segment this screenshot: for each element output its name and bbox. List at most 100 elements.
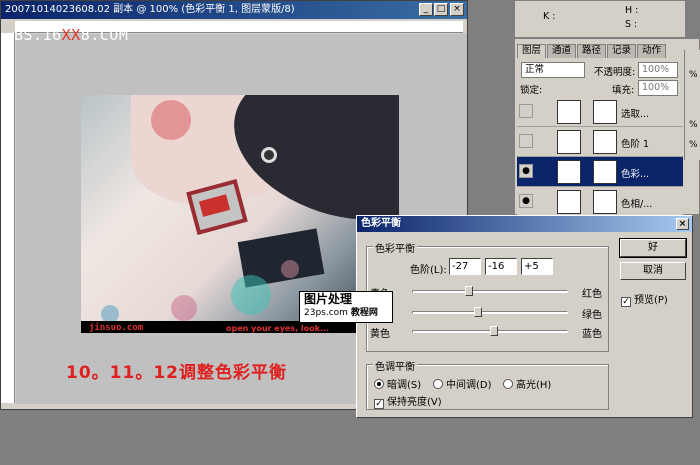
tab-paths[interactable]: 路径 (577, 44, 607, 58)
slider-magenta-green: 洋红 绿色 (370, 306, 602, 321)
fill-label: 填充: (612, 85, 635, 96)
document-title: 20071014023608.02 副本 @ 100% (色彩平衡 1, 图层蒙… (5, 4, 295, 15)
layers-panel-tabs: 图层 通道 路径 记录 动作 (517, 44, 667, 58)
minimize-button[interactable]: _ (419, 3, 433, 16)
slider-cyan-red: 青色 红色 (370, 285, 602, 300)
watermark-red: XX (61, 26, 81, 44)
tutorial-caption: 10。11。12调整色彩平衡 (66, 363, 287, 383)
lock-label: 锁定: (520, 85, 543, 96)
layer-name: 选取... (621, 109, 650, 120)
layer-mask-thumbnail (593, 190, 617, 214)
visibility-toggle[interactable] (519, 104, 533, 118)
layer-thumbnail (557, 190, 581, 214)
color-balance-group-label: 色彩平衡 (373, 240, 417, 255)
ok-button[interactable]: 好 (619, 238, 687, 258)
side-panel: % % % (684, 50, 700, 160)
preserve-luminosity-label: 保持亮度(V) (387, 397, 442, 408)
bokeh-circle (171, 295, 197, 321)
preview-check-icon[interactable]: ✓ (621, 297, 631, 307)
levels-label: 色阶(L): (410, 265, 447, 276)
layer-mask-thumbnail (593, 100, 617, 124)
photo-lips (151, 100, 191, 140)
layer-row[interactable]: 色阶 1 (517, 127, 683, 157)
tab-history[interactable]: 记录 (607, 44, 637, 58)
watermark-suffix: 8.COM (80, 26, 129, 44)
eye-icon[interactable]: ● (519, 194, 533, 208)
eye-icon[interactable]: ● (519, 164, 533, 178)
preserve-check-icon[interactable]: ✓ (374, 399, 384, 409)
layer-mask-thumbnail (593, 130, 617, 154)
level-yellow-blue-field[interactable]: +5 (521, 258, 553, 275)
tab-layers[interactable]: 图层 (517, 44, 547, 58)
radio-icon[interactable] (374, 379, 384, 389)
slider-right-label: 红色 (582, 289, 602, 300)
dialog-titlebar[interactable]: 色彩平衡 × (357, 216, 692, 232)
photo-logo: jinsuo.com (89, 323, 144, 333)
document-titlebar[interactable]: 20071014023608.02 副本 @ 100% (色彩平衡 1, 图层蒙… (1, 1, 467, 19)
opacity-field[interactable]: 100% (638, 62, 678, 78)
close-button[interactable]: × (450, 3, 464, 16)
tone-shadows-radio[interactable]: 暗调(S) (374, 376, 421, 391)
level-cyan-red-field[interactable]: -27 (449, 258, 481, 275)
site-watermark-box: 图片处理 23ps.com 教程网 (299, 291, 393, 323)
tone-balance-group-label: 色调平衡 (373, 358, 417, 373)
side-percent: % (689, 140, 698, 150)
slider-track[interactable] (412, 290, 568, 293)
tone-highlights-radio[interactable]: 高光(H) (503, 376, 551, 391)
opacity-label: 不透明度: (594, 67, 636, 78)
dialog-close-button[interactable]: × (676, 218, 689, 230)
preview-checkbox[interactable]: ✓ 预览(P) (621, 291, 668, 307)
visibility-toggle[interactable] (519, 134, 533, 148)
tab-actions[interactable]: 动作 (637, 44, 667, 58)
tone-midtones-label: 中间调(D) (446, 380, 492, 391)
watermark-line2-text: 23ps.com (304, 308, 348, 318)
info-h-label: H : (625, 5, 639, 16)
watermark-line2: 23ps.com 教程网 (304, 306, 392, 320)
bokeh-circle (231, 275, 271, 315)
tone-shadows-label: 暗调(S) (387, 380, 422, 391)
slider-right-label: 蓝色 (582, 329, 602, 340)
layer-thumbnail (557, 100, 581, 124)
tone-midtones-radio[interactable]: 中间调(D) (433, 376, 492, 391)
layer-mask-thumbnail (593, 160, 617, 184)
cancel-button[interactable]: 取消 (620, 262, 686, 280)
blend-mode-select[interactable]: 正常 (521, 62, 585, 78)
slider-yellow-blue: 黄色 蓝色 (370, 325, 602, 340)
tone-highlights-label: 高光(H) (516, 380, 552, 391)
slider-thumb[interactable] (464, 286, 473, 296)
preserve-luminosity-checkbox[interactable]: ✓ 保持亮度(V) (374, 393, 442, 409)
bokeh-circle (281, 260, 299, 278)
layer-thumbnail (557, 130, 581, 154)
slider-left-label: 黄色 (370, 329, 390, 340)
tab-channels[interactable]: 通道 (547, 44, 577, 58)
slider-track[interactable] (412, 311, 568, 314)
maximize-button[interactable]: □ (434, 3, 448, 16)
layer-row-selected[interactable]: ● 色彩... (517, 157, 683, 187)
photo-eye (261, 147, 277, 163)
layer-thumbnail (557, 160, 581, 184)
side-percent: % (689, 70, 698, 80)
watermark-line3: 教程网 (350, 308, 378, 318)
slider-thumb[interactable] (473, 307, 482, 317)
info-panel: K : H : S : (514, 0, 686, 38)
vertical-ruler[interactable] (1, 33, 15, 403)
watermark-prefix: BS.16 (14, 26, 62, 44)
level-magenta-green-field[interactable]: -16 (485, 258, 517, 275)
watermark-text: BS.16XX8.COM (14, 26, 128, 44)
photo-tagline: open your eyes, look... (226, 324, 330, 333)
layer-name: 色相/... (621, 199, 653, 210)
layer-row[interactable]: 选取... (517, 97, 683, 127)
preview-label: 预览(P) (634, 295, 668, 306)
layer-name: 色阶 1 (621, 139, 650, 150)
layer-row[interactable]: ● 色相/... (517, 187, 683, 217)
slider-right-label: 绿色 (582, 310, 602, 321)
slider-thumb[interactable] (489, 326, 498, 336)
dialog-title: 色彩平衡 (361, 218, 401, 229)
radio-icon[interactable] (503, 379, 513, 389)
info-s-label: S : (625, 19, 638, 30)
radio-icon[interactable] (433, 379, 443, 389)
watermark-line1: 图片处理 (304, 292, 353, 306)
info-k-label: K : (543, 11, 556, 22)
side-percent: % (689, 120, 698, 130)
fill-field[interactable]: 100% (638, 80, 678, 96)
